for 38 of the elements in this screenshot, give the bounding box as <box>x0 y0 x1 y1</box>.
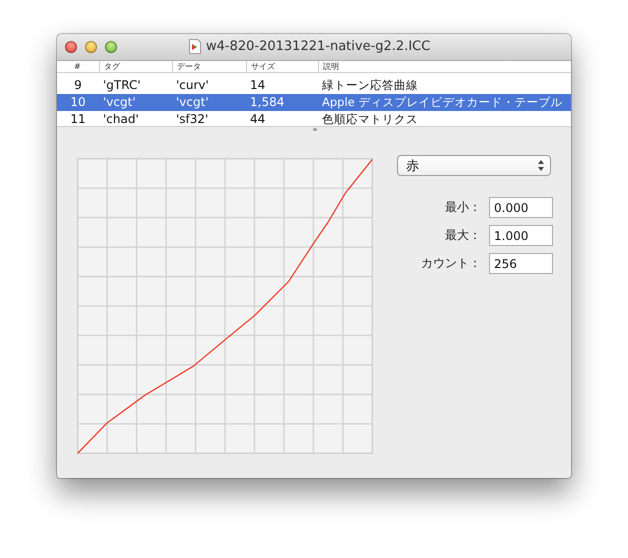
table-cell-text: 'sf32' <box>175 111 210 128</box>
table-cell-text: 色順応マトリクス <box>321 111 419 128</box>
table-cell-text: 'curv' <box>175 77 210 94</box>
table-cell-text: 10 <box>69 94 87 111</box>
field-label: 最大： <box>445 227 481 244</box>
column-header[interactable]: 説明 <box>318 61 571 72</box>
grip-icon[interactable] <box>312 128 316 131</box>
table-cell-text: 14 <box>249 77 266 94</box>
table-cell-text: 'vcgt' <box>102 94 137 111</box>
table-cell-text: 9 <box>73 77 83 94</box>
stepper-arrows-icon <box>538 160 544 171</box>
table-cell-text: 緑トーン応答曲線 <box>321 77 419 94</box>
minimize-button[interactable] <box>85 41 97 53</box>
table-cell-text: 44 <box>249 111 266 128</box>
table-cell-text: 'vcgt' <box>175 94 210 111</box>
zoom-button[interactable] <box>105 41 117 53</box>
table-cell-text: 'chad' <box>102 111 140 128</box>
column-header[interactable]: タグ <box>99 61 172 72</box>
close-button[interactable] <box>65 41 77 53</box>
popup-value: 赤 <box>406 158 419 174</box>
table-cell-text: 11 <box>69 111 87 128</box>
channel-popup[interactable]: 赤 <box>397 155 551 176</box>
field-label: 最小： <box>445 199 481 216</box>
field-label: カウント： <box>421 255 481 272</box>
table-row[interactable]: 9 'gTRC' 'curv' 14 緑トーン応答曲線 <box>57 77 571 94</box>
table-cell-text: Apple ディスプレイビデオカード・テーブル <box>321 94 564 111</box>
column-header[interactable]: データ <box>172 61 246 72</box>
input-field[interactable]: 0.000 <box>489 197 553 218</box>
table-row[interactable]: 11 'chad' 'sf32' 44 色順応マトリクス <box>57 111 571 128</box>
input-field[interactable]: 256 <box>489 253 553 274</box>
selected-row[interactable]: 10 'vcgt' 'vcgt' 1,584 Apple ディスプレイビデオカード・テーブル <box>57 94 571 111</box>
column-header[interactable]: # <box>57 61 99 72</box>
document-icon <box>189 39 201 54</box>
column-header[interactable]: サイズ <box>246 61 318 72</box>
window-title: w4-820-20131221-native-g2.2.ICC <box>206 39 430 54</box>
table-cell-text: 'gTRC' <box>102 77 142 94</box>
input-field[interactable]: 1.000 <box>489 225 553 246</box>
table-cell-text: 1,584 <box>249 94 286 111</box>
